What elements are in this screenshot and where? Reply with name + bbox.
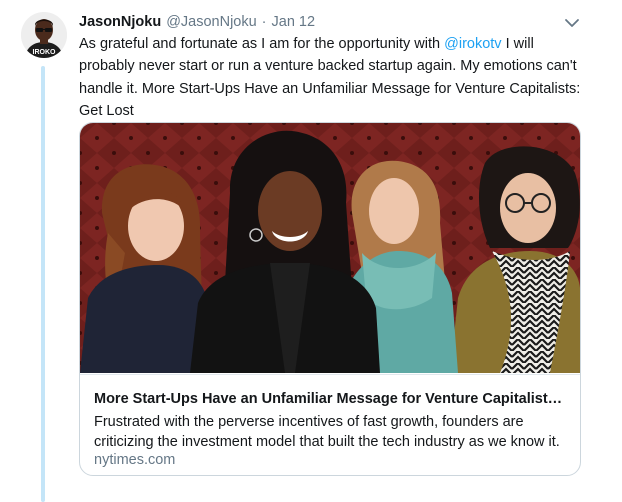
card-description: Frustrated with the perverse incentives … [94,414,560,450]
tweet-text: As grateful and fortunate as I am for th… [79,33,589,123]
link-card[interactable]: More Start-Ups Have an Unfamiliar Messag… [79,122,581,476]
timestamp[interactable]: Jan 12 [272,12,316,32]
tweet-header: JasonNjoku @JasonNjoku · Jan 12 [79,12,315,32]
chevron-down-icon[interactable] [563,16,581,30]
display-name[interactable]: JasonNjoku [79,12,161,32]
user-handle[interactable]: @JasonNjoku [166,12,256,32]
card-image[interactable] [80,123,580,373]
card-title[interactable]: More Start-Ups Have an Unfamiliar Messag… [94,389,570,409]
avatar[interactable]: IROKO [21,12,67,58]
separator-dot: · [261,14,267,30]
thread-line [41,66,45,502]
avatar-shirt-text: IROKO [33,49,57,56]
mention-link[interactable]: @irokotv [444,36,501,52]
card-domain: nytimes.com [94,452,176,468]
tweet-text-before: As grateful and fortunate as I am for th… [79,36,445,52]
tweet[interactable]: IROKO JasonNjoku @JasonNjoku · Jan 12 As… [0,0,622,502]
card-body[interactable]: More Start-Ups Have an Unfamiliar Messag… [80,374,580,475]
